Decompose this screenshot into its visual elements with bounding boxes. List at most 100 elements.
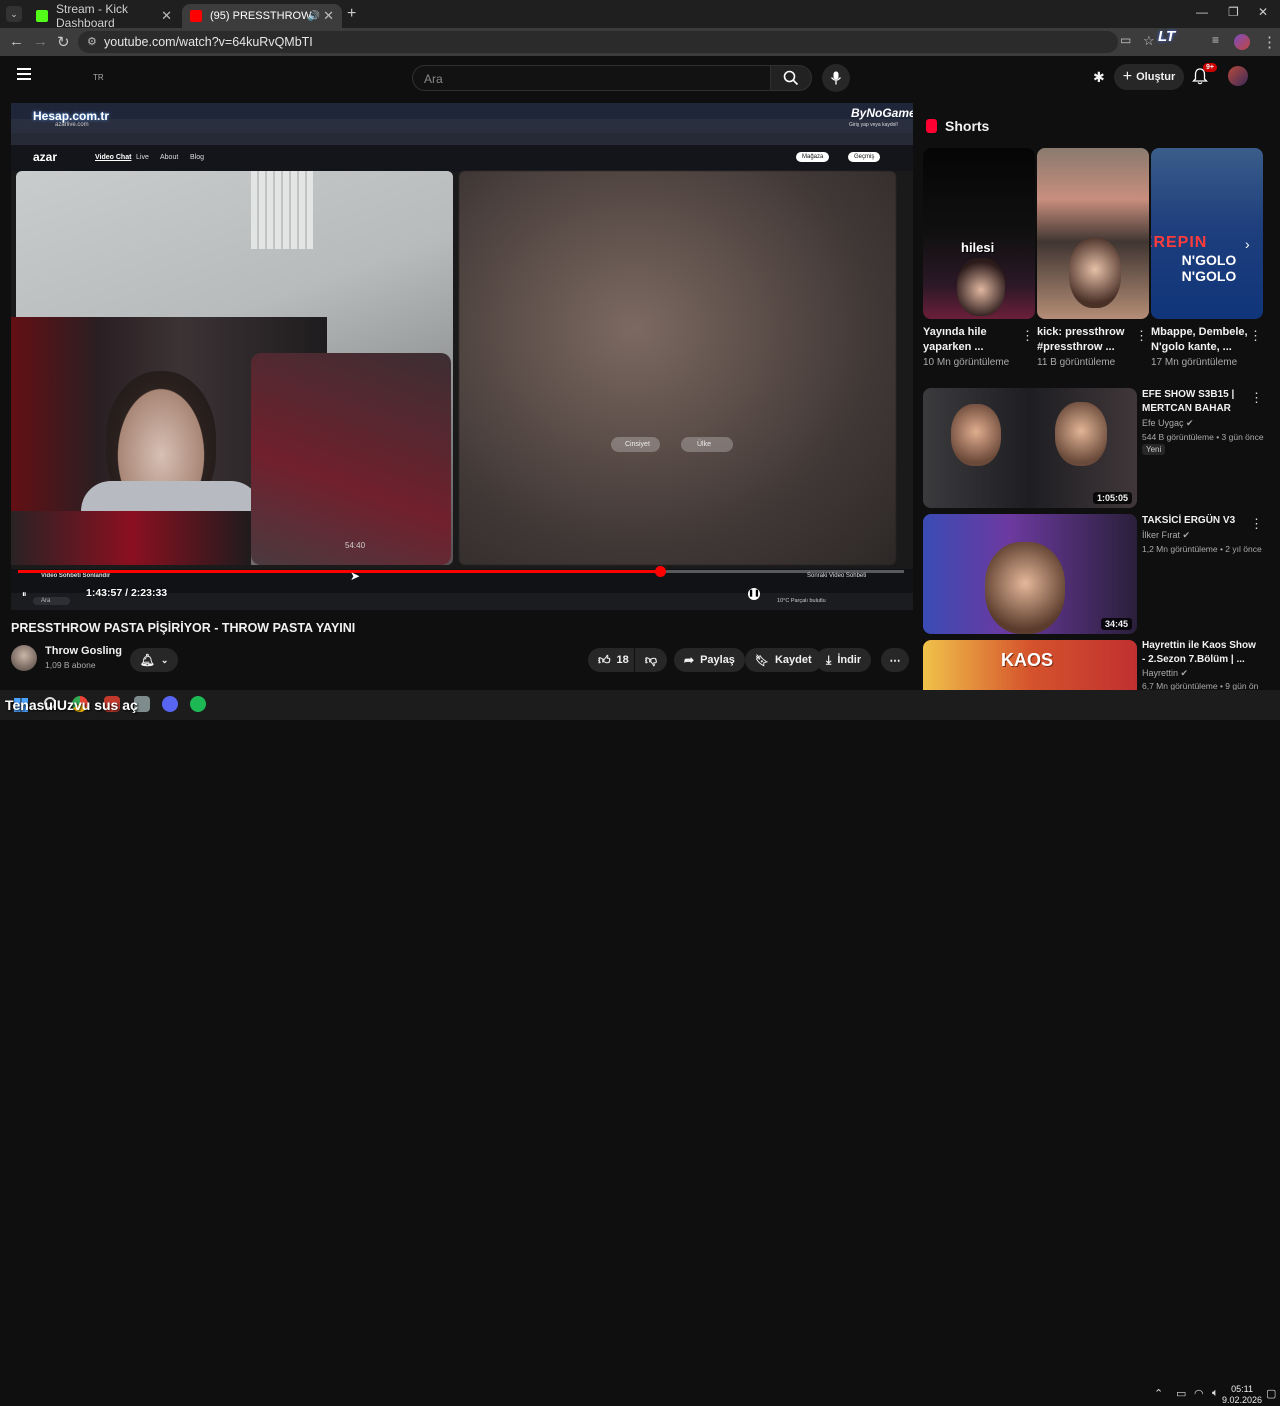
- discord-icon[interactable]: [162, 696, 178, 712]
- recommended-title-3[interactable]: Hayrettin ile Kaos Show - 2.Sezon 7.Bölü…: [1142, 639, 1260, 667]
- more-actions-button[interactable]: ⋯: [881, 648, 909, 672]
- short-overlay-text: N'GOLO N'GOLO: [1181, 252, 1237, 284]
- back-icon[interactable]: ←: [9, 33, 24, 50]
- chevron-right-icon[interactable]: ›: [1245, 236, 1250, 252]
- short-views-2: 11 B görüntüleme: [1037, 357, 1116, 368]
- short-thumbnail-1[interactable]: hilesi: [923, 148, 1035, 319]
- close-icon[interactable]: ✕: [161, 8, 172, 24]
- chevron-down-icon: ⌄: [160, 654, 169, 665]
- reload-icon[interactable]: ↻: [57, 33, 70, 51]
- embedded-weather: 10°C Parçalı bulutlu: [777, 598, 826, 604]
- new-tab-button[interactable]: +: [347, 5, 356, 23]
- notifications-icon[interactable]: ▢: [1266, 1387, 1276, 1400]
- like-count: 18: [616, 654, 629, 666]
- system-clock[interactable]: 05:11 9.02.2026: [1222, 1384, 1262, 1406]
- forward-icon[interactable]: →: [33, 33, 48, 50]
- embedded-url: azarlive.com: [55, 122, 89, 128]
- short-title-1[interactable]: Yayında hile yaparken ...: [923, 325, 1023, 355]
- recommended-channel-1[interactable]: Efe Uygaç ✔: [1142, 418, 1194, 429]
- tab-kick-dashboard[interactable]: Stream - Kick Dashboard ✕: [28, 2, 180, 30]
- short-views-3: 17 Mn görüntüleme: [1151, 357, 1238, 368]
- video-duration: 34:45: [1100, 618, 1132, 630]
- cast-icon[interactable]: ▭: [1120, 33, 1131, 47]
- recommended-thumbnail-3[interactable]: KAOS: [923, 640, 1137, 690]
- share-button[interactable]: ➦ Paylaş: [674, 648, 745, 672]
- streamer-shirt: [81, 481, 261, 511]
- stranger-camera-pane: [459, 171, 896, 565]
- notification-subscribe-button[interactable]: 🔔︎ ⌄: [130, 648, 178, 672]
- like-button[interactable]: 👍︎ 18: [588, 648, 634, 672]
- channel-avatar[interactable]: [11, 645, 37, 671]
- window-close-button[interactable]: ✕: [1258, 5, 1268, 19]
- thumb-face: [985, 542, 1065, 634]
- spotify-icon[interactable]: [190, 696, 206, 712]
- shorts-logo-icon: [926, 119, 937, 133]
- recommended-thumbnail-1[interactable]: 1:05:05: [923, 388, 1137, 508]
- short-title-3[interactable]: Mbappe, Dembele, N'golo kante, ...: [1151, 325, 1251, 355]
- site-info-icon[interactable]: ⚙: [87, 35, 97, 48]
- channel-name[interactable]: Throw Gosling: [45, 645, 122, 657]
- short-thumbnail-3[interactable]: LIDEREPIN N'GOLO N'GOLO ›: [1151, 148, 1263, 319]
- tab-search-button[interactable]: ⌄: [6, 6, 22, 22]
- embedded-overlay-title: Hesap.com.tr: [33, 109, 110, 123]
- account-avatar[interactable]: [1228, 66, 1248, 86]
- search-icon: [783, 70, 799, 86]
- recommended-meta-2: 1,2 Mn görüntüleme • 2 yıl önce: [1142, 544, 1262, 554]
- ai-sparkle-icon[interactable]: ✱: [1093, 69, 1105, 86]
- recommended-channel-2[interactable]: İlker Fırat ✔: [1142, 530, 1190, 541]
- play-pause-icon[interactable]: ⏸: [22, 589, 27, 600]
- country-code: TR: [93, 73, 104, 82]
- notifications-button[interactable]: 9+: [1191, 63, 1217, 86]
- video-menu-icon[interactable]: ⋮: [1250, 516, 1263, 532]
- verified-icon: ✔: [1182, 530, 1191, 540]
- kick-icon: [36, 10, 48, 22]
- recommended-title-2[interactable]: TAKSİCİ ERGÜN V3: [1142, 514, 1260, 528]
- recommended-thumbnail-2[interactable]: 34:45: [923, 514, 1137, 634]
- thumb-overlay-text: KAOS: [1001, 650, 1054, 670]
- short-menu-icon[interactable]: ⋮: [1135, 328, 1148, 344]
- short-menu-icon[interactable]: ⋮: [1249, 328, 1262, 344]
- search-button[interactable]: [770, 65, 812, 91]
- reading-list-icon[interactable]: ≡: [1212, 33, 1219, 47]
- video-menu-icon[interactable]: ⋮: [1250, 390, 1263, 406]
- shorts-heading: Shorts: [945, 118, 990, 134]
- network-icon[interactable]: ▭: [1176, 1387, 1186, 1400]
- download-button[interactable]: ⤓ İndir: [816, 648, 872, 672]
- profile-avatar[interactable]: [1234, 34, 1250, 50]
- recommended-title-1[interactable]: EFE SHOW S3B15 | MERTCAN BAHAR: [1142, 388, 1260, 416]
- create-button[interactable]: + Oluştur: [1114, 64, 1184, 90]
- pause-indicator-icon[interactable]: ❚❚: [748, 588, 760, 600]
- new-badge: Yeni: [1142, 444, 1166, 455]
- maximize-button[interactable]: ❐: [1228, 5, 1239, 19]
- azar-history-pill: Geçmiş: [848, 152, 881, 162]
- dislike-button[interactable]: 👎︎: [635, 648, 667, 672]
- search-input[interactable]: Ara: [412, 65, 770, 91]
- short-title-2[interactable]: kick: pressthrow #pressthrow ...: [1037, 325, 1137, 355]
- video-player[interactable]: Hesap.com.tr azarlive.com ByNoGame Giriş…: [11, 103, 913, 610]
- minimize-button[interactable]: —: [1196, 5, 1208, 19]
- address-bar[interactable]: ⚙ youtube.com/watch?v=64kuRvQMbTI: [78, 31, 1118, 53]
- hamburger-menu-icon[interactable]: [17, 68, 31, 80]
- youtube-icon: [190, 10, 202, 22]
- short-thumbnail-2[interactable]: [1037, 148, 1149, 319]
- extension-logo-icon[interactable]: LT: [1158, 28, 1198, 56]
- wifi-icon[interactable]: ◠: [1194, 1387, 1204, 1400]
- share-label: Paylaş: [700, 654, 735, 666]
- tab-label: Stream - Kick Dashboard: [56, 2, 129, 30]
- short-menu-icon[interactable]: ⋮: [1021, 328, 1034, 344]
- speaker-icon[interactable]: 🔊: [308, 11, 320, 22]
- chair-shape: [251, 353, 451, 565]
- close-icon[interactable]: ✕: [323, 8, 334, 24]
- recommended-channel-3[interactable]: Hayrettin ✔: [1142, 668, 1188, 679]
- tab-youtube[interactable]: (95) PRESSTHROW PASTA P 🔊 ✕: [182, 4, 342, 28]
- tray-chevron-icon[interactable]: ⌃: [1154, 1387, 1163, 1400]
- player-time: 1:43:57 / 2:23:33: [86, 587, 168, 599]
- next-chat-hint: Sonraki Video Sohbeti: [807, 573, 867, 579]
- bookmark-star-icon[interactable]: ☆: [1143, 33, 1155, 49]
- volume-icon[interactable]: 🔈︎: [1212, 1387, 1219, 1400]
- browser-menu-icon[interactable]: ⋮: [1262, 33, 1277, 51]
- save-button[interactable]: 🔖︎ Kaydet: [745, 648, 822, 672]
- voice-search-button[interactable]: [822, 64, 850, 92]
- progress-bar-fill: [18, 570, 661, 573]
- embedded-bookmarks-bar: [11, 133, 913, 145]
